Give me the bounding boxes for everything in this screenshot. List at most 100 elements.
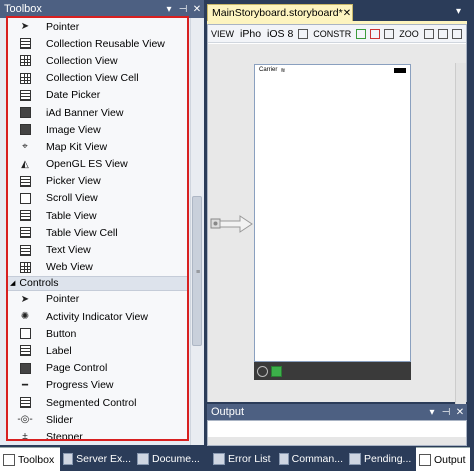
- frame-icon[interactable]: [384, 28, 395, 39]
- toolbox-item-page-control[interactable]: Page Control: [8, 360, 187, 377]
- output-pane[interactable]: [207, 420, 467, 446]
- toolbox-item-label: Date Picker: [46, 89, 101, 102]
- toolbox-item-collection-view-cell[interactable]: Collection View Cell: [8, 70, 187, 87]
- toolbox-item-picker-view[interactable]: Picker View: [8, 173, 187, 190]
- scroll-view-icon: [18, 192, 32, 204]
- tab-command-window[interactable]: Comman...: [276, 447, 346, 471]
- toolbox-item-label: Collection View: [46, 54, 118, 67]
- error-list-icon: [213, 453, 225, 465]
- tab-output[interactable]: Output: [416, 447, 470, 471]
- toolbox-item-pointer[interactable]: ➤ Pointer: [8, 18, 187, 35]
- button-icon: [18, 328, 32, 340]
- first-responder-icon[interactable]: [257, 365, 268, 377]
- toolbox-icon: [3, 453, 15, 466]
- toolbox-item-label: Pointer: [46, 293, 80, 306]
- view-as-label[interactable]: VIEW: [208, 29, 237, 39]
- tab-label: Docume...: [152, 453, 200, 465]
- toolbox-item-label[interactable]: Label: [8, 342, 187, 359]
- toolbox-group-controls[interactable]: ◢ Controls: [8, 275, 187, 291]
- output-title: Output: [211, 406, 245, 418]
- collection-view-icon: [18, 55, 32, 67]
- zoom-in-icon[interactable]: [451, 28, 462, 39]
- tab-pending-changes[interactable]: Pending...: [346, 447, 416, 471]
- toolbox-item-label: Scroll View: [46, 192, 98, 205]
- tab-label: Toolbox: [18, 453, 55, 466]
- zoom-out-icon[interactable]: [423, 28, 434, 39]
- collection-view-cell-icon: [18, 72, 32, 84]
- toolbox-item-label: Button: [46, 327, 77, 340]
- toolbox-dropdown-button[interactable]: ▾: [162, 4, 176, 15]
- toolbox-item-label: Collection Reusable View: [46, 37, 165, 50]
- output-horizontal-scrollbar[interactable]: [208, 437, 466, 445]
- remove-constraint-icon[interactable]: [370, 28, 381, 39]
- toolbox-item-pointer-controls[interactable]: ➤ Pointer: [8, 291, 187, 308]
- tab-label: Error List: [228, 453, 271, 465]
- toolbox-item-button[interactable]: Button: [8, 325, 187, 342]
- output-dropdown-button[interactable]: ▾: [425, 407, 439, 418]
- toolbox-item-segmented-control[interactable]: Segmented Control: [8, 394, 187, 411]
- output-close-button[interactable]: ✕: [453, 407, 467, 418]
- toolbox-pin-button[interactable]: ⊣: [176, 4, 190, 15]
- toolbox-item-iad-banner-view[interactable]: iAd Banner View: [8, 104, 187, 121]
- editor-scrollbar[interactable]: [455, 63, 466, 421]
- document-tab-mainstoryboard[interactable]: MainStoryboard.storyboard* ✕: [207, 4, 353, 21]
- storyboard-canvas[interactable]: Carrier ≋: [208, 44, 466, 421]
- tab-error-list[interactable]: Error List: [210, 447, 276, 471]
- toolbox-item-stepper[interactable]: ± Stepper: [8, 428, 187, 441]
- exit-icon[interactable]: [271, 365, 282, 377]
- initial-view-controller-arrow: [210, 215, 253, 233]
- toolbox-group-label: Controls: [19, 277, 59, 290]
- document-dropdown-icon[interactable]: ▾: [456, 6, 461, 17]
- toolbox-title: Toolbox: [4, 3, 42, 15]
- device-selector[interactable]: iPho: [237, 28, 264, 40]
- toolbox-item-table-view[interactable]: Table View: [8, 207, 187, 224]
- os-version-selector[interactable]: iOS 8: [264, 28, 296, 40]
- toolbox-item-label: Image View: [46, 123, 101, 136]
- toolbox-item-map-kit-view[interactable]: ⌖ Map Kit View: [8, 138, 187, 155]
- toolbox-item-image-view[interactable]: Image View: [8, 121, 187, 138]
- battery-icon: [394, 67, 406, 73]
- toolbox-panel: Toolbox ▾ ⊣ ✕ ➤ Pointer Collection Reusa…: [0, 0, 204, 445]
- toolbox-item-slider[interactable]: -◎- Slider: [8, 411, 187, 428]
- view-controller-scene[interactable]: Carrier ≋: [254, 64, 411, 362]
- web-view-icon: [18, 261, 32, 273]
- orientation-icon[interactable]: [298, 28, 309, 39]
- toolbox-item-activity-indicator-view[interactable]: ✺ Activity Indicator View: [8, 308, 187, 325]
- toolbox-item-table-view-cell[interactable]: Table View Cell: [8, 224, 187, 241]
- tab-label: Server Ex...: [76, 453, 131, 465]
- toolbox-item-collection-reusable-view[interactable]: Collection Reusable View: [8, 35, 187, 52]
- toolbox-item-web-view[interactable]: Web View: [8, 259, 187, 276]
- toolbox-item-text-view[interactable]: Text View: [8, 241, 187, 258]
- toolbox-item-label: Map Kit View: [46, 140, 108, 153]
- toolbox-item-collection-view[interactable]: Collection View: [8, 52, 187, 69]
- toolbox-item-scroll-view[interactable]: Scroll View: [8, 190, 187, 207]
- toolbox-scrollbar-thumb[interactable]: ≡: [192, 196, 202, 346]
- zoom-reset-icon[interactable]: [437, 28, 448, 39]
- wifi-icon: ≋: [280, 67, 286, 74]
- tab-document-outline[interactable]: Docume...: [134, 447, 210, 471]
- slider-icon: -◎-: [17, 414, 33, 426]
- toolbox-item-opengl-es-view[interactable]: ◭ OpenGL ES View: [8, 156, 187, 173]
- date-picker-icon: [18, 89, 32, 101]
- output-pin-button[interactable]: ⊣: [439, 407, 453, 418]
- toolbox-item-label: Slider: [46, 413, 73, 426]
- output-title-bar[interactable]: Output ▾ ⊣ ✕: [207, 404, 467, 420]
- map-kit-view-icon: ⌖: [22, 141, 28, 153]
- toolbox-item-date-picker[interactable]: Date Picker: [8, 87, 187, 104]
- pointer-icon: ➤: [20, 21, 30, 33]
- constraints-button[interactable]: CONSTR: [310, 29, 354, 39]
- toolbox-item-label: Activity Indicator View: [46, 310, 148, 323]
- tab-toolbox[interactable]: Toolbox: [0, 447, 60, 471]
- table-view-cell-icon: [18, 227, 32, 239]
- zoom-label[interactable]: ZOO: [396, 29, 422, 39]
- toolbox-item-label: Text View: [46, 244, 91, 257]
- close-icon[interactable]: ✕: [343, 8, 351, 19]
- tab-server-explorer[interactable]: Server Ex...: [60, 447, 134, 471]
- server-explorer-icon: [63, 453, 74, 465]
- toolbox-item-progress-view[interactable]: ━ Progress View: [8, 377, 187, 394]
- toolbox-close-button[interactable]: ✕: [190, 4, 204, 15]
- stepper-icon: ±: [22, 431, 28, 441]
- picker-view-icon: [18, 175, 32, 187]
- add-constraint-icon[interactable]: [356, 28, 367, 39]
- toolbox-scrollbar[interactable]: ≡: [190, 18, 202, 445]
